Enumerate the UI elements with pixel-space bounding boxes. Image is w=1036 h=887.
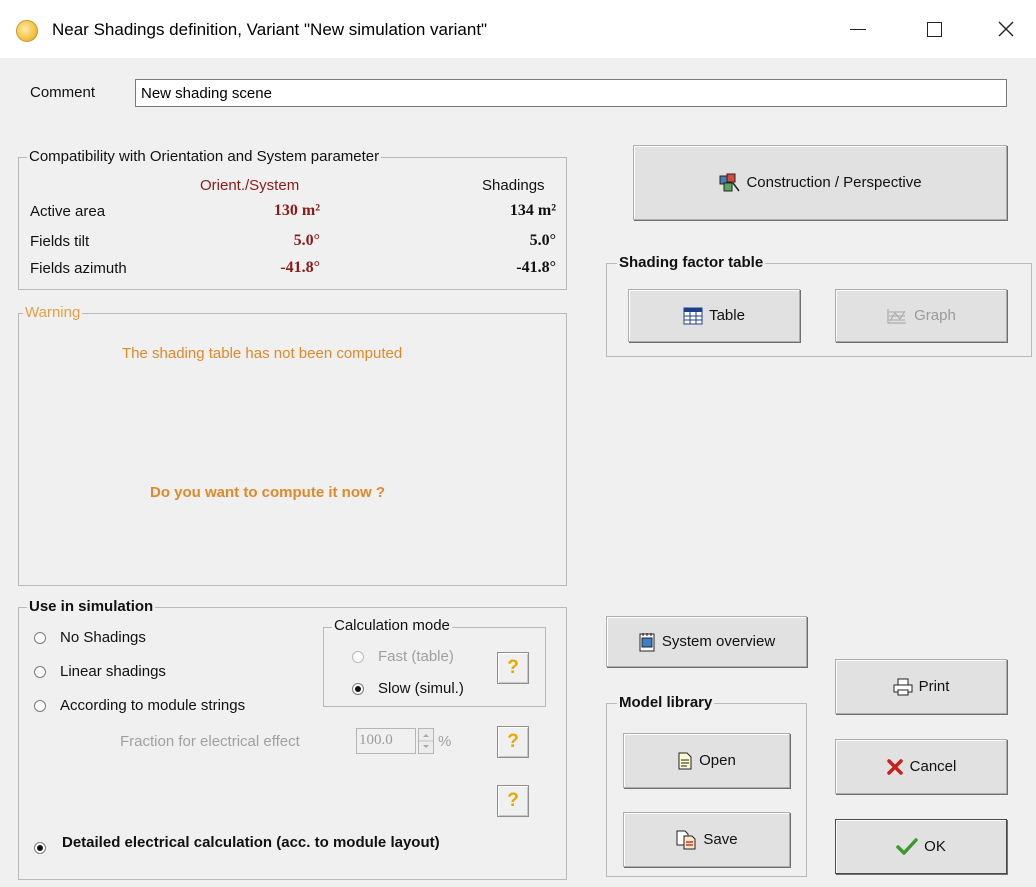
compute-question: Do you want to compute it now ? <box>150 484 385 501</box>
fields-tilt-shadings-value: 5.0° <box>529 232 556 249</box>
save-file-icon <box>676 830 696 849</box>
construction-perspective-label: Construction / Perspective <box>746 174 922 191</box>
fraction-unit: % <box>438 733 452 750</box>
fraction-label: Fraction for electrical effect <box>120 733 300 750</box>
module-strings-radio[interactable] <box>34 700 46 712</box>
graph-icon <box>887 308 907 323</box>
print-button[interactable]: Print <box>835 659 1007 714</box>
fields-azimuth-shadings-value: -41.8° <box>516 259 556 276</box>
maximize-icon <box>926 21 942 37</box>
table-icon <box>683 307 703 324</box>
fraction-help-button[interactable]: ? <box>497 726 529 758</box>
close-button[interactable] <box>986 12 1026 46</box>
detailed-help-button[interactable]: ? <box>497 785 529 817</box>
slow-simul-radio[interactable] <box>352 683 364 695</box>
model-library-legend: Model library <box>617 694 715 711</box>
construction-perspective-button[interactable]: Construction / Perspective <box>633 145 1007 220</box>
ok-button[interactable]: OK <box>835 819 1007 874</box>
linear-shadings-label: Linear shadings <box>60 663 166 680</box>
construction-icon <box>719 173 741 191</box>
fraction-input[interactable]: 100.0 <box>356 728 416 754</box>
orient-system-header: Orient./System <box>200 177 300 194</box>
spinner-arrows-icon <box>419 734 433 748</box>
active-area-label: Active area <box>30 203 106 220</box>
fields-tilt-label: Fields tilt <box>30 233 90 250</box>
linear-shadings-radio[interactable] <box>34 666 46 678</box>
open-label: Open <box>699 752 736 769</box>
graph-button[interactable]: Graph <box>835 289 1007 342</box>
window-title: Near Shadings definition, Variant "New s… <box>52 20 488 39</box>
minimize-icon <box>850 28 866 30</box>
fast-table-label: Fast (table) <box>378 648 454 665</box>
fields-azimuth-orient-value: -41.8° <box>280 259 320 276</box>
minimize-button[interactable] <box>838 12 878 46</box>
maximize-button[interactable] <box>914 12 954 46</box>
save-button[interactable]: Save <box>623 812 790 867</box>
system-overview-icon <box>639 632 655 651</box>
app-icon <box>16 20 38 42</box>
graph-label: Graph <box>914 307 956 324</box>
close-icon <box>998 21 1014 37</box>
no-shadings-label: No Shadings <box>60 629 146 646</box>
warning-legend: Warning <box>23 304 83 321</box>
comment-label: Comment <box>30 84 96 101</box>
calc-mode-help-button[interactable]: ? <box>497 652 529 684</box>
fraction-spinner[interactable] <box>418 728 434 754</box>
table-label: Table <box>709 307 745 324</box>
print-icon <box>893 678 913 695</box>
compatibility-legend: Compatibility with Orientation and Syste… <box>27 148 382 165</box>
open-button[interactable]: Open <box>623 733 790 788</box>
warning-message: The shading table has not been computed <box>122 345 403 362</box>
active-area-orient-value: 130 m² <box>273 202 320 219</box>
fast-table-radio[interactable] <box>352 651 364 663</box>
save-label: Save <box>703 831 738 848</box>
cancel-label: Cancel <box>909 758 957 775</box>
comment-input[interactable] <box>135 79 1007 107</box>
detailed-calculation-label: Detailed electrical calculation (acc. to… <box>62 834 440 851</box>
table-button[interactable]: Table <box>628 289 800 342</box>
system-overview-label: System overview <box>661 633 776 650</box>
cancel-button[interactable]: Cancel <box>835 739 1007 794</box>
module-strings-label: According to module strings <box>60 697 246 714</box>
cancel-x-icon <box>886 758 903 775</box>
no-shadings-radio[interactable] <box>34 632 46 644</box>
open-file-icon <box>678 752 692 769</box>
shadings-header: Shadings <box>482 177 545 194</box>
system-overview-button[interactable]: System overview <box>606 616 807 667</box>
active-area-shadings-value: 134 m² <box>509 202 556 219</box>
detailed-calculation-radio[interactable] <box>34 842 46 854</box>
use-in-simulation-legend: Use in simulation <box>27 598 156 615</box>
fields-azimuth-label: Fields azimuth <box>30 260 127 277</box>
ok-label: OK <box>924 838 946 855</box>
print-label: Print <box>918 678 950 695</box>
slow-simul-label: Slow (simul.) <box>378 680 464 697</box>
fields-tilt-orient-value: 5.0° <box>293 232 320 249</box>
calculation-mode-legend: Calculation mode <box>332 617 452 634</box>
shading-factor-table-legend: Shading factor table <box>617 254 766 271</box>
checkmark-icon <box>896 837 918 855</box>
